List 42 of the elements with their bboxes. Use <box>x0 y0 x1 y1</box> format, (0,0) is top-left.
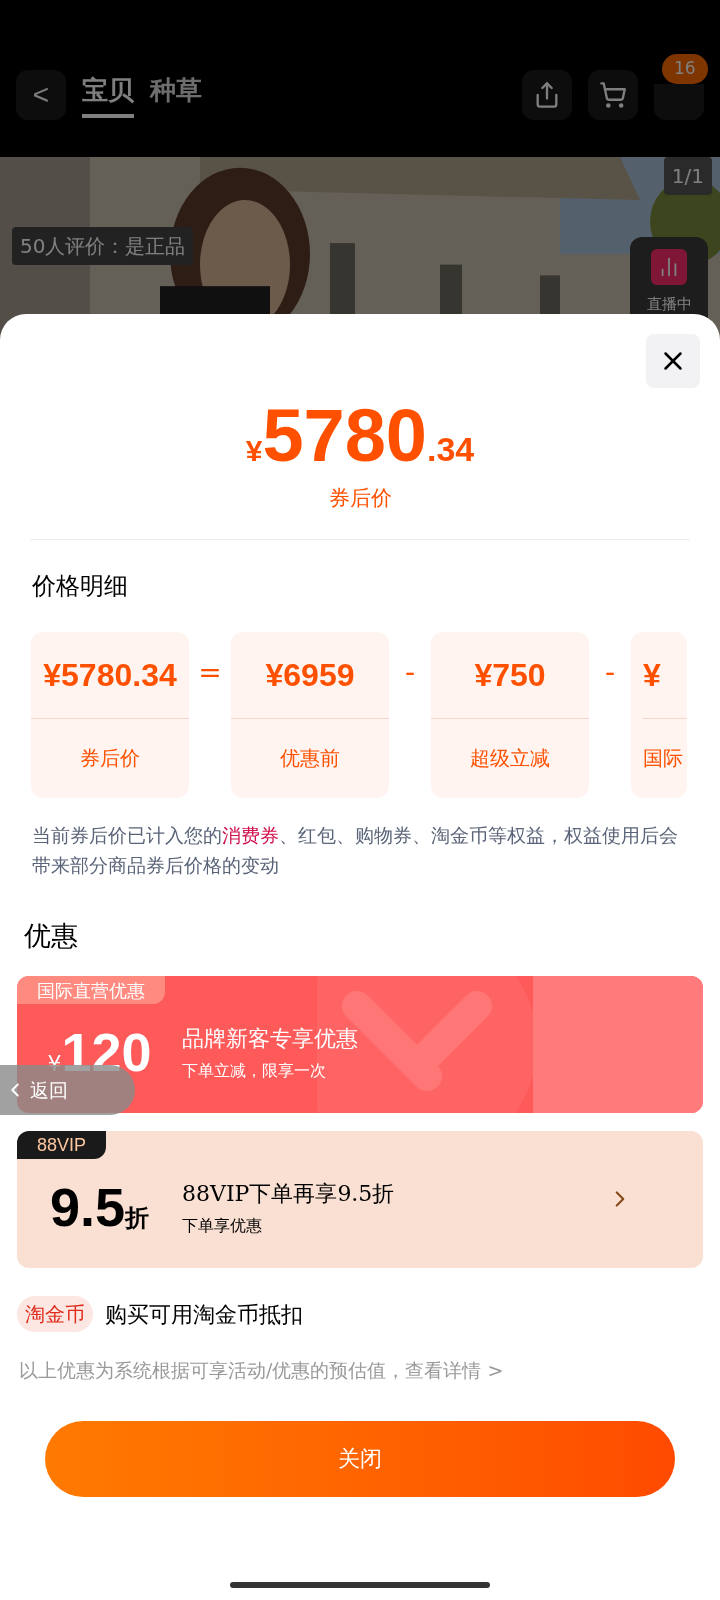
nav-tab[interactable]: 宝贝 <box>82 71 134 118</box>
details-link[interactable]: 以上优惠为系统根据可享活动/优惠的预估值，查看详情 > <box>0 1356 720 1385</box>
coin-tag: 淘金币 <box>17 1296 93 1332</box>
item-label: 券后价 <box>80 744 140 772</box>
item-label: 国际 <box>643 744 683 772</box>
image-counter: 1/1 <box>663 157 712 195</box>
share-button[interactable] <box>522 69 572 120</box>
price-decimal: .34 <box>427 429 475 470</box>
section-title: 优惠 <box>23 918 79 953</box>
cart-icon <box>599 80 627 109</box>
back-button[interactable]: < <box>16 69 66 120</box>
item-label: 优惠前 <box>280 744 340 772</box>
offer-tag: 国际直营优惠 <box>17 976 165 1004</box>
price-integer: 5780 <box>262 399 427 473</box>
currency-symbol: ¥ <box>245 434 263 469</box>
section-title: 价格明细 <box>31 570 129 602</box>
nav-tab[interactable]: 种草 <box>150 71 202 118</box>
item-label: 超级立减 <box>470 744 550 772</box>
price-note: 当前券后价已计入您的消费券、红包、购物券、淘金币等权益，权益使用后会带来部分商品券后价格的变动 <box>31 822 679 878</box>
offer-card[interactable]: 88VIP 9.5折 88VIP下单再享9.5折 下单享优惠 <box>17 1131 703 1268</box>
live-label: 直播中 <box>646 294 692 315</box>
offer-tag: 88VIP <box>17 1131 107 1159</box>
item-amount: ¥ <box>643 655 661 695</box>
operator-sign: = <box>197 654 223 691</box>
count-badge: 16 <box>662 53 708 84</box>
price-label: 券后价 <box>328 485 392 512</box>
item-amount: ¥6959 <box>265 655 355 695</box>
offer-subtitle: 下单享优惠 <box>182 1215 263 1237</box>
offer-unit: 折 <box>125 1203 150 1234</box>
review-tag: 50人评价：是正品 <box>12 227 194 265</box>
close-icon-button[interactable] <box>646 334 700 388</box>
offer-title: 88VIP下单再享9.5折 <box>182 1180 395 1208</box>
live-icon <box>651 249 687 285</box>
coin-text: 购买可用淘金币抵扣 <box>105 1300 303 1329</box>
operator-sign: - <box>603 654 617 691</box>
operator-sign: - <box>403 654 417 691</box>
offer-subtitle: 下单立减，限享一次 <box>182 1060 327 1082</box>
close-button[interactable]: 关闭 <box>45 1420 675 1497</box>
item-amount: ¥750 <box>474 655 546 695</box>
item-amount: ¥5780.34 <box>43 655 177 695</box>
cart-button[interactable] <box>588 69 638 120</box>
offer-title: 品牌新客专享优惠 <box>182 1025 358 1053</box>
